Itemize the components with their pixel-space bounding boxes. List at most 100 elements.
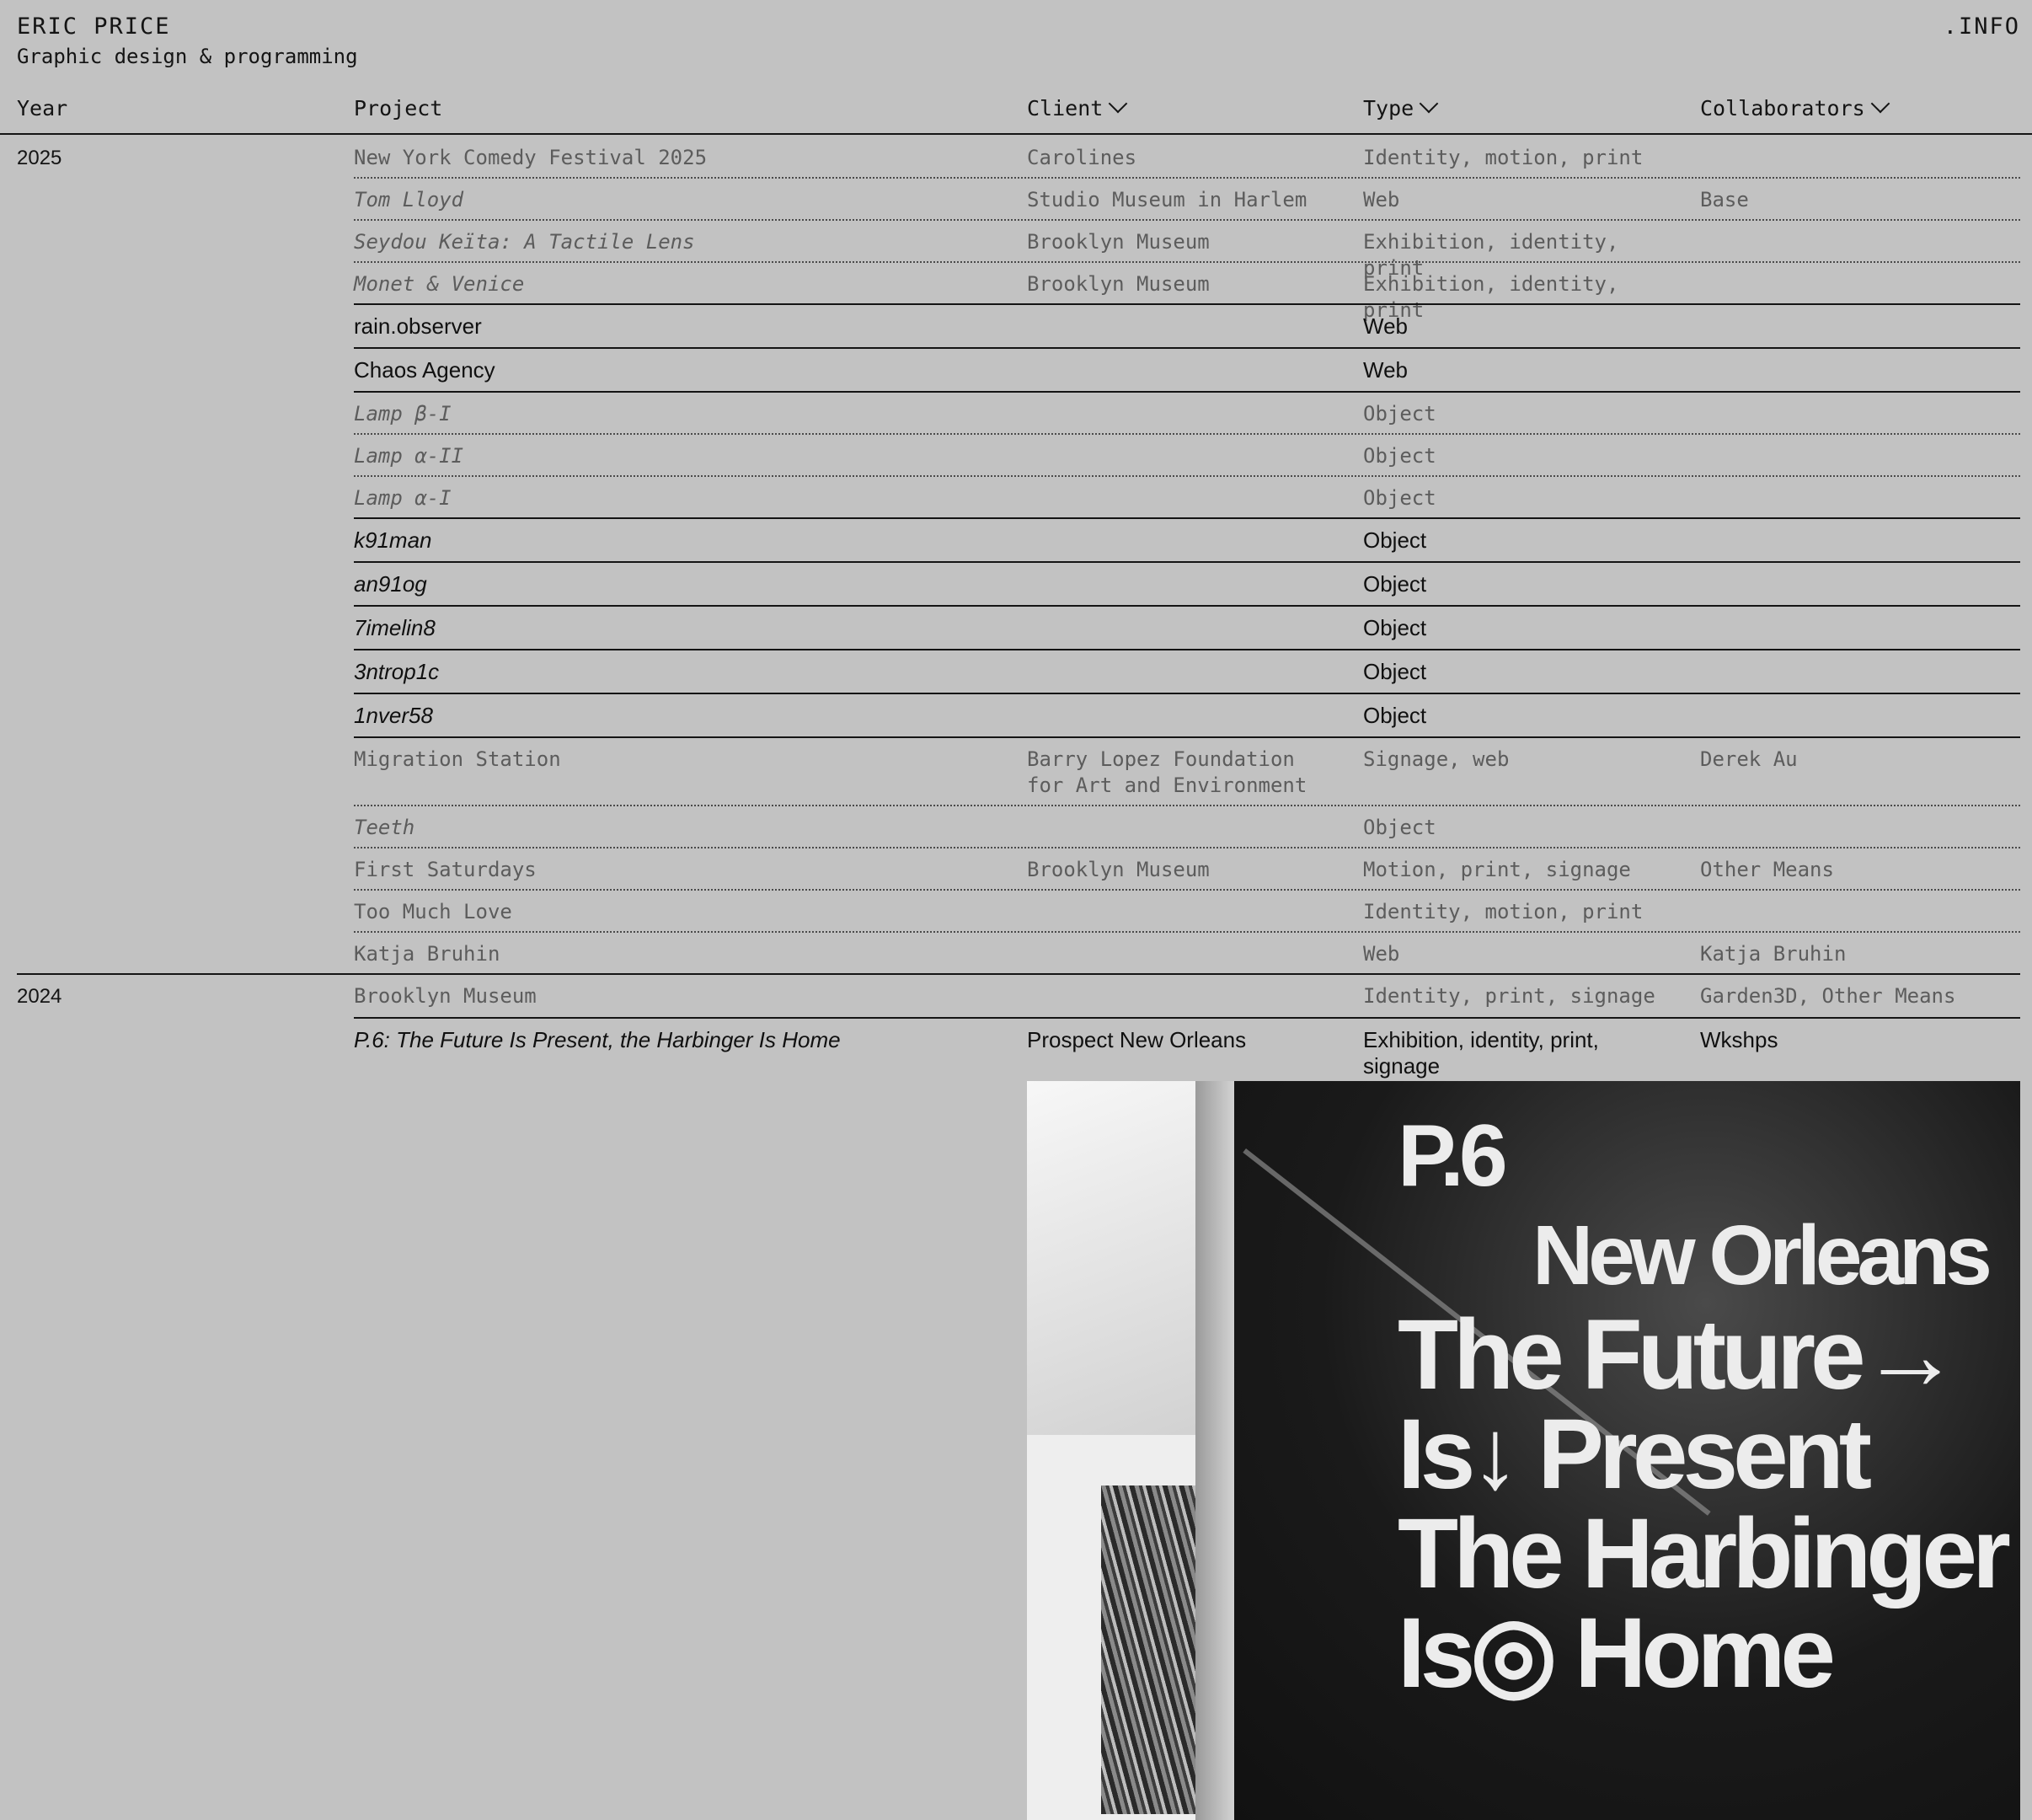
sign-line: Is◎ Home [1398,1598,1836,1709]
gallery-painting [1101,1485,1211,1814]
cell-project: Brooklyn Museum [354,984,537,1008]
project-image[interactable]: P.6 New Orleans The Future→ Is↓ Present … [1027,1081,2020,1820]
cell-type: Object [1363,571,1427,597]
table-row[interactable]: Seydou Keïta: A Tactile Lens Brooklyn Mus… [0,221,2032,280]
gallery-pillar [1195,1081,1238,1820]
header-type-label: Type [1363,96,1414,120]
cell-project: Monet & Venice [354,272,525,296]
cell-project: Lamp α-II [354,444,464,468]
sign-line: The Harbinger ◁ [1398,1498,2020,1609]
cell-type: Object [1363,527,1427,553]
cell-project: Teeth [354,816,415,839]
cell-project: 1nver58 [354,703,433,728]
cell-type: Identity, motion, print [1363,146,1644,169]
header-client-dropdown[interactable]: Client [1027,94,1128,123]
table-row[interactable]: Tom Lloyd Studio Museum in Harlem Web Base [0,179,2032,221]
cell-project: First Saturdays [354,858,537,881]
cell-collaborators: Wkshps [1700,1027,1778,1052]
cell-project: Tom Lloyd [354,188,464,211]
cell-client: Brooklyn Museum [1027,230,1210,254]
cell-project: Too Much Love [354,900,512,923]
table-row[interactable]: Lamp β-I Object [0,393,2032,435]
cell-type: Object [1363,486,1436,510]
cell-type: Motion, print, signage [1363,858,1631,881]
site-name[interactable]: ERIC PRICE [17,10,2020,44]
table-row[interactable]: Too Much Love Identity, motion, print [0,891,2032,933]
table-row[interactable]: First Saturdays Brooklyn Museum Motion, pr… [0,848,2032,891]
cell-collaborators: Derek Au [1700,747,1798,771]
table-row[interactable]: 3ntrop1c Object [0,650,2032,694]
sign-line: New Orleans [1532,1208,1992,1303]
header-client-label: Client [1027,96,1104,120]
cell-project: Lamp α-I [354,486,452,510]
header-project-label: Project [354,96,443,120]
cell-project: k91man [354,527,432,553]
cell-type: Object [1363,402,1436,426]
sign-line: P.6 [1398,1107,1508,1205]
table-row[interactable]: P.6: The Future Is Present, the Harbinge… [0,1019,2032,1079]
cell-type: Exhibition, identity, print, signage [1363,1027,1599,1079]
header-type-dropdown[interactable]: Type [1363,94,1439,123]
table-row[interactable]: Teeth Object [0,806,2032,848]
cell-client: Brooklyn Museum [1027,858,1210,881]
table-row[interactable]: Migration Station Barry Lopez Foundation … [0,738,2032,806]
site-header: ERIC PRICE Graphic design & programming … [17,10,2020,69]
chevron-down-icon [1108,94,1128,114]
sign-line: Is↓ Present [1398,1399,1872,1510]
cell-type: Identity, print, signage [1363,984,1655,1008]
table-row[interactable]: Katja Bruhin Web Katja Bruhin [0,933,2032,975]
cell-project: Seydou Keïta: A Tactile Lens [354,230,695,254]
cell-project: Katja Bruhin [354,942,500,966]
cell-project: 7imelin8 [354,615,436,640]
cell-project: New York Comedy Festival 2025 [354,146,708,169]
header-collaborators-dropdown[interactable]: Collaborators [1700,94,1890,123]
cell-type: Object [1363,816,1436,839]
header-project[interactable]: Project [354,94,442,123]
info-link[interactable]: .INFO [1944,10,2020,44]
table-row[interactable]: rain.observer Web [0,305,2032,349]
cell-project: 3ntrop1c [354,659,440,684]
cell-type: Object [1363,659,1427,684]
cell-collaborators: Base [1700,188,1749,211]
cell-collaborators: Katja Bruhin [1700,942,1847,966]
cell-project: Lamp β-I [354,402,452,426]
cell-type: Object [1363,444,1436,468]
header-collaborators-label: Collaborators [1700,96,1865,120]
cell-client: Studio Museum in Harlem [1027,188,1307,211]
year-label: 2025 [17,147,62,169]
table-row[interactable]: Lamp α-II Object [0,435,2032,477]
cell-type: Identity, motion, print [1363,900,1644,923]
cell-client: Brooklyn Museum [1027,272,1210,296]
table-row[interactable]: 7imelin8 Object [0,607,2032,650]
table-row[interactable]: Brooklyn Museum Identity, print, signage G… [0,975,2032,1019]
cell-project: P.6: The Future Is Present, the Harbinge… [354,1027,841,1052]
cell-project: Migration Station [354,747,561,771]
cell-type: Signage, web [1363,747,1510,771]
table-row[interactable]: an91og Object [0,563,2032,607]
chevron-down-icon [1419,94,1439,114]
table-header: Year Project Client Type Collaborators [0,94,2032,135]
cell-type: Web [1363,188,1400,211]
header-year-label: Year [17,96,68,120]
cell-project: rain.observer [354,313,482,339]
cell-collaborators: Other Means [1700,858,1834,881]
cell-client: Barry Lopez Foundation for Art and Envir… [1027,747,1307,797]
table-row[interactable]: Chaos Agency Web [0,349,2032,393]
header-year[interactable]: Year [17,94,67,123]
table-row[interactable]: k91man Object [0,519,2032,563]
chevron-down-icon [1870,94,1890,114]
cell-type: Web [1363,357,1408,383]
sign-line: The Future→ [1398,1299,1960,1410]
exhibition-sign: P.6 New Orleans The Future→ Is↓ Present … [1398,1106,2020,1709]
cell-project: Chaos Agency [354,357,495,383]
cell-type: Object [1363,615,1427,640]
site-tagline: Graphic design & programming [17,45,358,68]
table-row[interactable]: New York Comedy Festival 2025 Carolines Id… [0,136,2032,179]
table-row[interactable]: 1nver58 Object [0,694,2032,738]
cell-type: Web [1363,942,1400,966]
year-label: 2024 [17,985,62,1008]
cell-type: Object [1363,703,1427,728]
table-row[interactable]: Lamp α-I Object [0,477,2032,519]
cell-client: Carolines [1027,146,1137,169]
table-row[interactable]: Monet & Venice Brooklyn Museum Exhibition,… [0,263,2032,322]
